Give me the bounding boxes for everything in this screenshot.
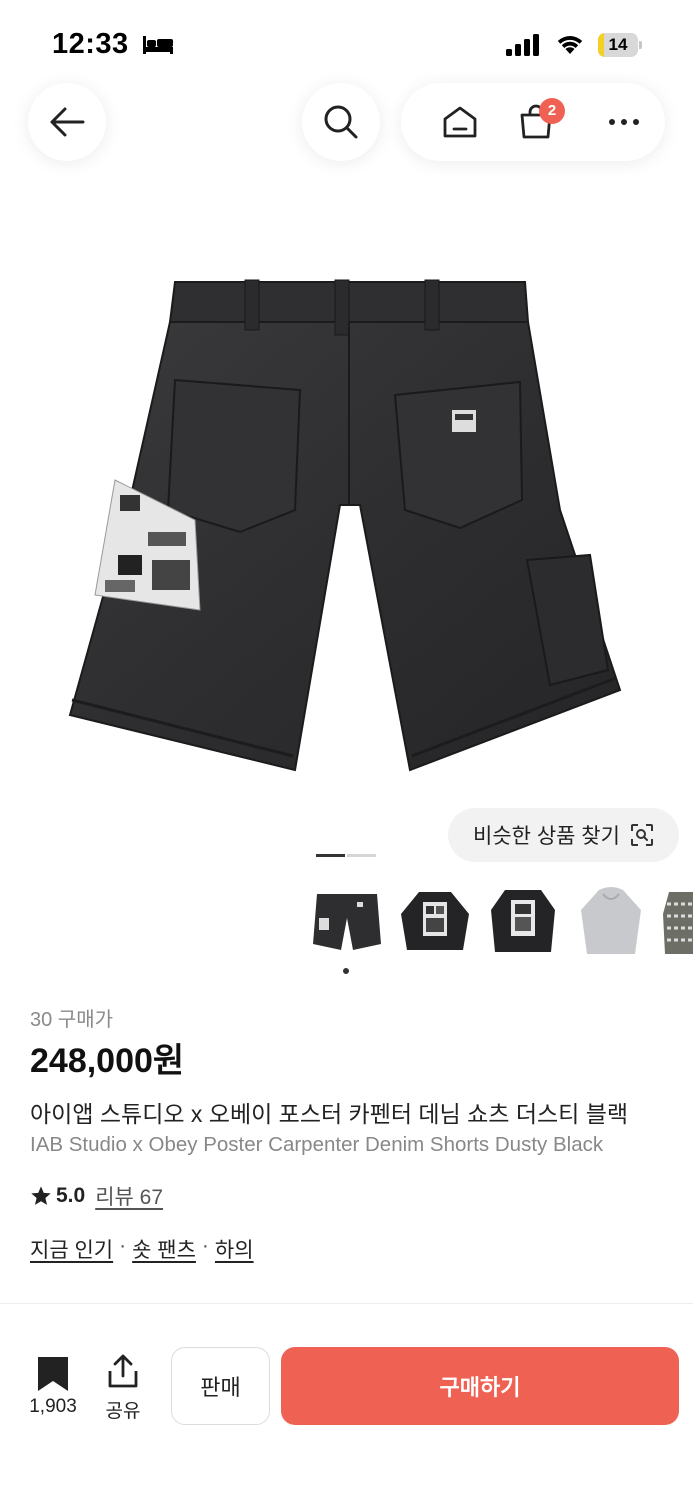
home-button[interactable] [421, 83, 499, 161]
thumbnail-hoodie[interactable] [573, 884, 649, 960]
share-icon[interactable] [105, 1353, 141, 1389]
product-title-english: IAB Studio x Obey Poster Carpenter Denim… [30, 1133, 604, 1156]
title-fade-overlay [640, 1090, 693, 1170]
category-breadcrumb: 지금 인기 · 숏 팬츠 · 하의 [30, 1234, 254, 1264]
cart-button[interactable] [497, 83, 575, 161]
product-price: 248,000원 [30, 1042, 185, 1080]
wifi-icon [557, 36, 583, 54]
review-link[interactable]: 리뷰 67 [95, 1181, 163, 1211]
thumbnail-jacket-back[interactable] [485, 884, 561, 960]
more-icon [609, 119, 639, 125]
back-button[interactable] [28, 83, 106, 161]
rating-value: 5.0 [56, 1184, 86, 1207]
breadcrumb-separator: · [201, 1234, 209, 1257]
bookmark-icon[interactable] [36, 1355, 70, 1393]
find-similar-label: 비슷한 상품 찾기 [473, 825, 620, 848]
bed-icon [143, 36, 173, 54]
sell-button[interactable]: 판매 [171, 1347, 270, 1425]
buy-button[interactable]: 구매하기 [281, 1347, 679, 1425]
knit-thumbnail-image [663, 892, 693, 954]
thumbnail-knit[interactable] [661, 884, 693, 960]
gallery-pager-active [316, 854, 345, 857]
thumbnail-shorts[interactable] [309, 884, 385, 960]
visual-search-icon [630, 824, 653, 846]
home-icon [443, 106, 477, 138]
cart-count-badge: 2 [539, 98, 565, 124]
buyer-count: 30 구매가 [30, 1009, 114, 1031]
arrow-left-icon [50, 107, 85, 137]
nav-actions-group: 2 [401, 83, 665, 161]
share-label: 공유 [105, 1401, 141, 1422]
search-button[interactable] [302, 83, 380, 161]
jacket-thumbnail-image [401, 892, 469, 950]
category-link-trending[interactable]: 지금 인기 [30, 1234, 113, 1264]
gallery-pager-track [347, 854, 376, 857]
category-link-bottoms[interactable]: 하의 [215, 1234, 254, 1264]
battery-level: 14 [608, 35, 628, 54]
search-icon [324, 105, 358, 139]
thumbnail-jacket-front[interactable] [397, 884, 473, 960]
battery-tip [639, 41, 642, 49]
star-icon [31, 1186, 51, 1205]
save-count: 1,903 [29, 1396, 77, 1417]
battery-indicator: 14 [598, 33, 642, 57]
hoodie-thumbnail-image [581, 887, 641, 954]
shorts-thumbnail-image [313, 894, 381, 950]
jacket-back-thumbnail-image [491, 890, 555, 952]
rating-row: 5.0 리뷰 67 [30, 1181, 163, 1211]
thumbnail-selected-indicator [343, 968, 349, 974]
section-divider [0, 1303, 693, 1304]
product-title-korean: 아이앱 스튜디오 x 오베이 포스터 카펜터 데님 쇼츠 더스티 블랙 [30, 1101, 629, 1127]
category-link-short-pants[interactable]: 숏 팬츠 [132, 1234, 196, 1264]
signal-icon [506, 34, 539, 56]
status-time: 12:33 [52, 28, 129, 60]
find-similar-button[interactable]: 비슷한 상품 찾기 [448, 808, 679, 862]
breadcrumb-separator: · [119, 1234, 127, 1257]
product-main-image[interactable] [60, 270, 630, 780]
more-button[interactable] [585, 83, 663, 161]
